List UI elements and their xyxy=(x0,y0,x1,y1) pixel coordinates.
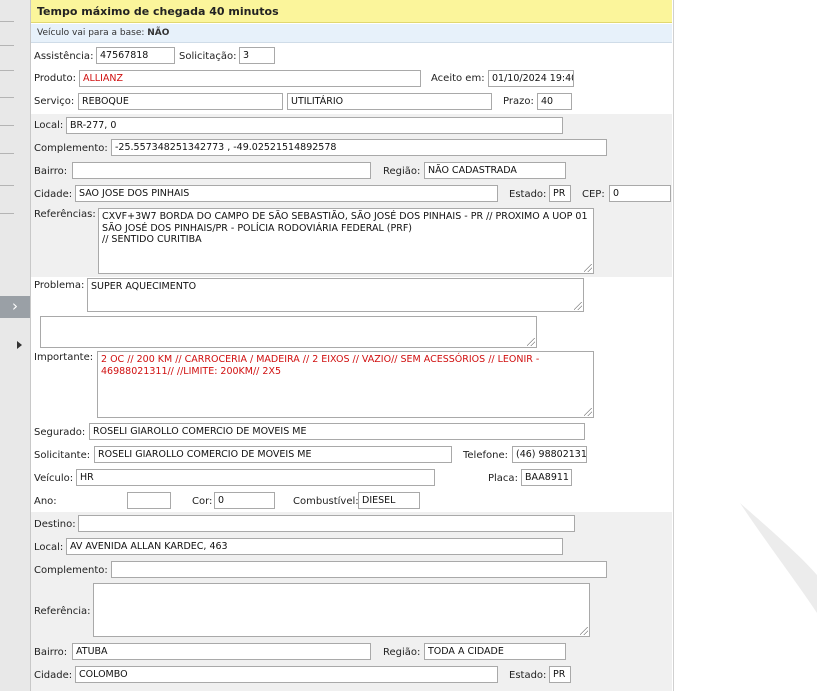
resize-grip-icon[interactable] xyxy=(584,408,592,416)
prazo-label: Prazo: xyxy=(503,96,534,107)
referencias-textarea[interactable]: CXVF+3W7 BORDA DO CAMPO DE SÃO SEBASTIÃO… xyxy=(98,208,594,274)
resize-grip-icon[interactable] xyxy=(574,302,582,310)
estado-label: Estado: xyxy=(509,189,547,200)
telefone-field[interactable]: (46) 98802131 xyxy=(512,446,587,463)
cor-field[interactable]: 0 xyxy=(214,492,275,509)
placa-field[interactable]: BAA8911 xyxy=(521,469,572,486)
sidebar-divider xyxy=(0,45,14,46)
destino-referencia-label: Referência: xyxy=(34,606,91,617)
local-field[interactable]: BR-277, 0 xyxy=(66,117,563,134)
ano-label: Ano: xyxy=(34,496,57,507)
base-status: Veículo vai para a base: NÃO xyxy=(31,24,672,43)
segurado-field[interactable]: ROSELI GIAROLLO COMERCIO DE MOVEIS ME xyxy=(89,423,585,440)
prazo-field[interactable]: 40 xyxy=(537,93,572,110)
watermark-swoosh-icon xyxy=(740,503,817,613)
destino-bairro-field[interactable]: ATUBA xyxy=(72,643,371,660)
servico-label: Serviço: xyxy=(34,96,75,107)
solicitacao-field[interactable]: 3 xyxy=(239,47,275,64)
resize-grip-icon[interactable] xyxy=(580,627,588,635)
veiculo-label: Veículo: xyxy=(34,473,74,484)
base-status-value: NÃO xyxy=(147,28,170,38)
cep-field[interactable]: 0 xyxy=(609,185,671,202)
base-status-label: Veículo vai para a base: xyxy=(37,28,145,38)
cep-label: CEP: xyxy=(582,189,605,200)
telefone-label: Telefone: xyxy=(463,450,508,461)
caret-right-icon[interactable] xyxy=(17,341,22,349)
destino-cidade-label: Cidade: xyxy=(34,670,73,681)
placa-label: Placa: xyxy=(488,473,518,484)
aceito-em-label: Aceito em: xyxy=(431,73,485,84)
sidebar-toggle-button[interactable]: › xyxy=(0,296,30,318)
estado-field[interactable]: PR xyxy=(549,185,571,202)
destino-local-label: Local: xyxy=(34,542,64,553)
servico-field[interactable]: REBOQUE xyxy=(78,93,283,110)
resize-grip-icon[interactable] xyxy=(584,264,592,272)
solicitacao-label: Solicitação: xyxy=(179,51,237,62)
problema-extra-textarea[interactable] xyxy=(40,316,537,348)
page-title: Tempo máximo de chegada 40 minutos xyxy=(31,0,672,23)
sidebar-divider xyxy=(0,97,14,98)
destino-estado-field[interactable]: PR xyxy=(549,666,571,683)
sidebar-divider xyxy=(0,153,14,154)
destino-complemento-field[interactable] xyxy=(111,561,607,578)
destino-referencia-textarea[interactable] xyxy=(93,583,590,637)
sidebar-divider xyxy=(0,21,14,22)
problema-textarea[interactable]: SUPER AQUECIMENTO xyxy=(87,278,584,312)
referencias-label: Referências: xyxy=(34,209,96,220)
segurado-label: Segurado: xyxy=(34,427,86,438)
servico-tipo-field[interactable]: UTILITÁRIO xyxy=(287,93,492,110)
problema-label: Problema: xyxy=(34,280,85,291)
destino-bairro-label: Bairro: xyxy=(34,647,68,658)
sidebar-divider xyxy=(0,185,14,186)
produto-label: Produto: xyxy=(34,73,76,84)
destino-regiao-field[interactable]: TODA A CIDADE xyxy=(424,643,566,660)
complemento-field[interactable]: -25.557348251342773 , -49.02521514892578 xyxy=(111,139,607,156)
destino-local-field[interactable]: AV AVENIDA ALLAN KARDEC, 463 xyxy=(66,538,563,555)
importante-label: Importante: xyxy=(34,352,94,363)
sidebar-divider xyxy=(0,125,14,126)
referencias-text: CXVF+3W7 BORDA DO CAMPO DE SÃO SEBASTIÃO… xyxy=(102,211,588,245)
cor-label: Cor: xyxy=(192,496,213,507)
left-sidebar: › xyxy=(0,0,31,691)
assistencia-field[interactable]: 47567818 xyxy=(96,47,175,64)
service-detail-panel: Tempo máximo de chegada 40 minutos Veícu… xyxy=(31,0,674,691)
combustivel-label: Combustível: xyxy=(293,496,359,507)
resize-grip-icon[interactable] xyxy=(527,338,535,346)
cidade-label: Cidade: xyxy=(34,189,73,200)
bairro-field[interactable] xyxy=(72,162,371,179)
veiculo-field[interactable]: HR xyxy=(76,469,435,486)
sidebar-divider xyxy=(0,213,14,214)
aceito-em-field[interactable]: 01/10/2024 19:40 xyxy=(488,70,574,87)
chevron-right-icon: › xyxy=(12,297,18,315)
importante-textarea[interactable]: 2 OC // 200 KM // CARROCERIA / MADEIRA /… xyxy=(97,351,594,418)
sidebar-divider xyxy=(0,70,14,71)
destino-cidade-field[interactable]: COLOMBO xyxy=(75,666,498,683)
complemento-label: Complemento: xyxy=(34,143,108,154)
assistencia-label: Assistência: xyxy=(34,51,94,62)
local-label: Local: xyxy=(34,120,64,131)
cidade-field[interactable]: SAO JOSE DOS PINHAIS xyxy=(75,185,498,202)
destino-complemento-label: Complemento: xyxy=(34,565,108,576)
combustivel-field[interactable]: DIESEL xyxy=(358,492,420,509)
regiao-label: Região: xyxy=(383,166,421,177)
ano-field[interactable] xyxy=(127,492,171,509)
solicitante-label: Solicitante: xyxy=(34,450,91,461)
destino-regiao-label: Região: xyxy=(383,647,421,658)
importante-text: 2 OC // 200 KM // CARROCERIA / MADEIRA /… xyxy=(101,354,540,377)
destino-estado-label: Estado: xyxy=(509,670,547,681)
regiao-field[interactable]: NÃO CADASTRADA xyxy=(424,162,566,179)
bairro-label: Bairro: xyxy=(34,166,68,177)
produto-field[interactable]: ALLIANZ xyxy=(79,70,421,87)
destino-label: Destino: xyxy=(34,519,76,530)
destino-field[interactable] xyxy=(78,515,575,532)
problema-text: SUPER AQUECIMENTO xyxy=(91,281,197,292)
solicitante-field[interactable]: ROSELI GIAROLLO COMERCIO DE MOVEIS ME xyxy=(94,446,452,463)
